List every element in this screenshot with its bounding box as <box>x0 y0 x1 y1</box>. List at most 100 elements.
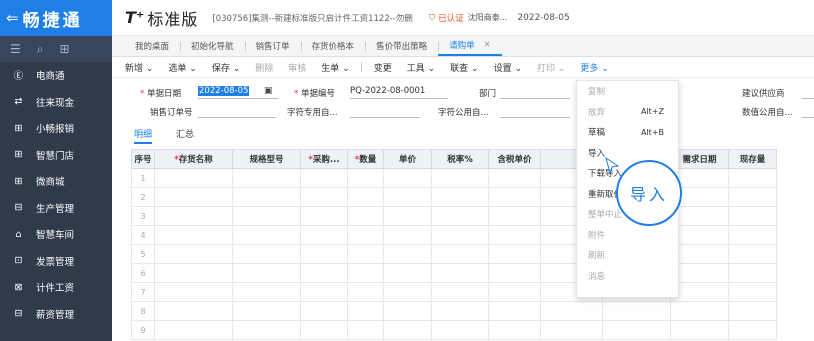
grid-cell[interactable] <box>431 244 489 264</box>
column-header[interactable]: 现存量 <box>728 149 777 169</box>
tab-item[interactable]: 存货价格本 <box>300 36 366 56</box>
toolbar-button[interactable]: 选单 ⌄ <box>168 61 196 74</box>
column-header[interactable]: 税率% <box>431 149 489 169</box>
grid-cell[interactable] <box>347 187 384 207</box>
sidebar-item[interactable]: ⊡ 发票管理 <box>0 248 112 275</box>
grid-cell[interactable] <box>728 244 777 264</box>
table-row[interactable]: 6 <box>131 263 777 283</box>
sidebar-item[interactable]: ⊞ 智慧门店 <box>0 142 112 169</box>
grid-cell[interactable] <box>347 282 384 302</box>
grid-cell[interactable] <box>383 301 432 321</box>
grid-cell[interactable] <box>347 206 384 226</box>
grid-cell[interactable] <box>728 168 777 188</box>
toolbar-button[interactable]: 变更 <box>374 61 392 74</box>
grid-cell[interactable] <box>431 301 489 321</box>
grid-cell[interactable] <box>488 282 541 302</box>
sidebar-item[interactable]: ⊞ 微商城 <box>0 168 112 195</box>
tab-item[interactable]: 我的桌面 <box>124 36 180 56</box>
toolbar-button[interactable]: 设置 ⌄ <box>494 61 522 74</box>
column-header[interactable]: *数量 <box>347 149 384 169</box>
grid-cell[interactable] <box>728 263 777 283</box>
close-tab-icon[interactable]: ✕ <box>484 40 491 50</box>
grid-cell[interactable] <box>488 244 541 264</box>
dept-field[interactable] <box>500 86 570 99</box>
toolbar-button[interactable]: 审核 <box>288 61 306 74</box>
grid-cell[interactable] <box>300 206 348 226</box>
grid-cell[interactable] <box>540 301 603 321</box>
table-row[interactable]: 4 <box>131 225 777 245</box>
toolbar-button[interactable]: 生单 ⌄ <box>321 61 349 74</box>
grid-cell[interactable] <box>488 263 541 283</box>
grid-cell[interactable] <box>232 263 301 283</box>
add-icon[interactable]: ⊞ <box>60 42 70 56</box>
grid-cell[interactable] <box>300 225 348 245</box>
org-name[interactable]: [030756]集测--新建标准版只启计件工资1122--勿删 <box>212 12 412 24</box>
grid-cell[interactable] <box>488 301 541 321</box>
table-row[interactable]: 8 <box>131 301 777 321</box>
tab-item[interactable]: 销售订单 <box>244 36 301 56</box>
grid-cell[interactable] <box>670 263 729 283</box>
search-icon[interactable]: ⌕ <box>37 42 44 57</box>
grid-cell[interactable] <box>431 320 489 340</box>
grid-cell[interactable] <box>488 168 541 188</box>
menu-icon[interactable]: ☰ <box>10 42 21 56</box>
tab-detail[interactable]: 明细 <box>134 127 153 144</box>
grid-cell[interactable] <box>154 301 233 321</box>
table-row[interactable]: 5 <box>131 244 777 264</box>
grid-cell[interactable] <box>431 282 489 302</box>
tab-item[interactable]: 初始化导航 <box>180 36 245 56</box>
grid-cell[interactable] <box>383 168 432 188</box>
back-arrow-icon[interactable]: ⇐ <box>6 9 19 27</box>
column-header[interactable]: 需求日期 <box>670 149 729 169</box>
toolbar-button[interactable]: 打印 ⌄ <box>537 61 565 74</box>
tab-summary[interactable]: 汇总 <box>176 127 194 140</box>
grid-cell[interactable] <box>488 187 541 207</box>
sidebar-item[interactable]: ⇄ 往来现金 <box>0 89 112 116</box>
grid-cell[interactable] <box>154 206 233 226</box>
grid-cell[interactable] <box>154 263 233 283</box>
grid-cell[interactable] <box>488 225 541 245</box>
table-row[interactable]: 3 <box>131 206 777 226</box>
grid-cell[interactable] <box>728 282 777 302</box>
grid-cell[interactable] <box>232 168 301 188</box>
grid-cell[interactable] <box>431 168 489 188</box>
menu-item[interactable]: 放弃 Alt+Z <box>577 102 678 123</box>
grid-cell[interactable] <box>232 187 301 207</box>
grid-cell[interactable] <box>383 263 432 283</box>
grid-cell[interactable] <box>431 187 489 207</box>
grid-cell[interactable] <box>383 320 432 340</box>
tab-item[interactable]: 售价带出策略 <box>365 36 438 56</box>
sidebar-item[interactable]: ⌂ 智慧车间 <box>0 221 112 248</box>
grid-cell[interactable] <box>347 168 384 188</box>
grid-cell[interactable] <box>488 206 541 226</box>
supplier-field[interactable] <box>802 86 814 99</box>
column-header[interactable]: 单价 <box>383 149 432 169</box>
grid-cell[interactable] <box>431 225 489 245</box>
num-public-field[interactable] <box>802 105 814 118</box>
menu-item[interactable]: 复制 <box>577 81 678 102</box>
grid-cell[interactable] <box>232 225 301 245</box>
verified-badge[interactable]: ⛉ 已认证 <box>429 12 464 24</box>
table-row[interactable]: 9 <box>131 320 777 340</box>
sidebar-item[interactable]: ⊟ 薪资管理 <box>0 301 112 328</box>
doc-no-field[interactable]: PQ-2022-08-0001 <box>350 86 448 99</box>
sales-order-field[interactable] <box>198 105 276 118</box>
tab-item[interactable]: 请购单 ✕ <box>438 36 502 56</box>
toolbar-button[interactable]: 联查 ⌄ <box>450 61 478 74</box>
grid-cell[interactable] <box>670 206 729 226</box>
grid-cell[interactable] <box>670 282 729 302</box>
grid-cell[interactable] <box>670 320 729 340</box>
grid-cell[interactable] <box>602 320 671 340</box>
grid-cell[interactable] <box>300 301 348 321</box>
grid-cell[interactable] <box>670 244 729 264</box>
grid-cell[interactable] <box>488 320 541 340</box>
grid-cell[interactable] <box>232 301 301 321</box>
grid-cell[interactable] <box>383 225 432 245</box>
grid-cell[interactable] <box>383 187 432 207</box>
grid-cell[interactable] <box>300 244 348 264</box>
grid-cell[interactable] <box>300 168 348 188</box>
toolbar-button[interactable]: 删除 <box>255 61 273 74</box>
grid-cell[interactable] <box>347 301 384 321</box>
menu-item[interactable]: 草稿 Alt+B <box>577 122 678 143</box>
grid-cell[interactable] <box>154 225 233 245</box>
